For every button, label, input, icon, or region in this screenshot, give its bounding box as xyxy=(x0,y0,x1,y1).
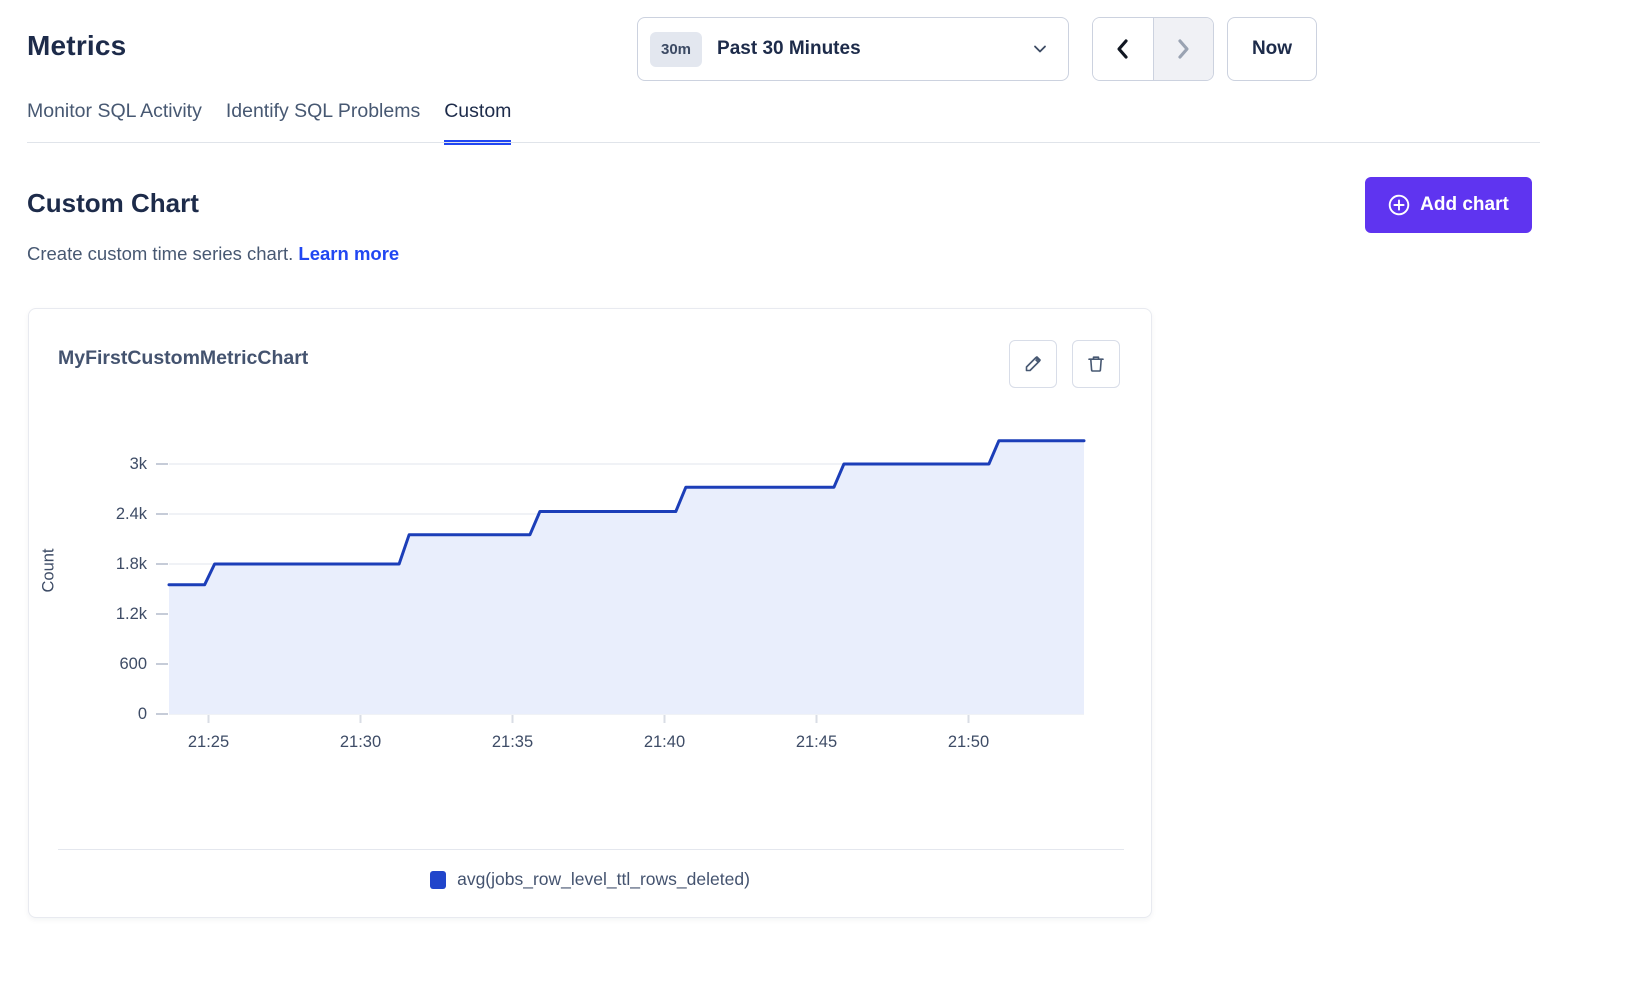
tab-custom[interactable]: Custom xyxy=(444,100,511,145)
y-tick-label: 3k xyxy=(130,453,147,475)
add-chart-label: Add chart xyxy=(1420,194,1509,216)
x-tick-label: 21:35 xyxy=(468,731,558,753)
section-heading: Custom Chart xyxy=(27,188,199,219)
x-tick-label: 21:40 xyxy=(619,731,709,753)
learn-more-link[interactable]: Learn more xyxy=(298,243,399,264)
card-divider xyxy=(58,849,1124,850)
y-tick-label: 0 xyxy=(138,703,147,725)
x-tick-label: 21:45 xyxy=(771,731,861,753)
tab-identify-sql-problems[interactable]: Identify SQL Problems xyxy=(226,100,420,145)
next-interval-button[interactable] xyxy=(1154,18,1214,80)
chevron-right-icon xyxy=(1173,38,1193,60)
y-tick-label: 600 xyxy=(119,653,147,675)
time-range-dropdown[interactable]: 30m Past 30 Minutes xyxy=(637,17,1069,81)
time-range-label: Past 30 Minutes xyxy=(717,38,1032,60)
tabs-divider xyxy=(27,142,1540,143)
description-text: Create custom time series chart. xyxy=(27,243,293,264)
chart-plot-area: Count 0 600 1.2k 1.8k 2.4k 3k 21:25 21:30 21:35 2… xyxy=(29,309,1151,917)
time-range-badge: 30m xyxy=(650,32,702,67)
add-chart-button[interactable]: Add chart xyxy=(1365,177,1532,233)
legend-swatch xyxy=(430,871,446,889)
legend-label: avg(jobs_row_level_ttl_rows_deleted) xyxy=(457,869,750,890)
custom-metric-chart-card: MyFirstCustomMetricChart Count 06001.2k1… xyxy=(28,308,1152,918)
metrics-tabs: Monitor SQL Activity Identify SQL Proble… xyxy=(27,100,511,145)
y-tick-label: 2.4k xyxy=(116,503,147,525)
x-tick-label: 21:50 xyxy=(923,731,1013,753)
tab-monitor-sql-activity[interactable]: Monitor SQL Activity xyxy=(27,100,202,145)
now-button[interactable]: Now xyxy=(1227,17,1317,81)
x-tick-label: 21:30 xyxy=(316,731,406,753)
chart-legend: avg(jobs_row_level_ttl_rows_deleted) xyxy=(29,869,1151,890)
y-tick-label: 1.2k xyxy=(116,603,147,625)
chevron-left-icon xyxy=(1113,38,1133,60)
previous-interval-button[interactable] xyxy=(1093,18,1154,80)
plus-circle-icon xyxy=(1388,194,1410,216)
page-title: Metrics xyxy=(27,30,126,62)
x-tick-label: 21:25 xyxy=(164,731,254,753)
section-description: Create custom time series chart. Learn m… xyxy=(27,243,399,265)
y-tick-label: 1.8k xyxy=(116,553,147,575)
metrics-page: Metrics 30m Past 30 Minutes Now Monitor … xyxy=(0,0,1650,982)
y-axis-title: Count xyxy=(29,426,69,714)
time-step-controls xyxy=(1092,17,1214,81)
timeseries-chart[interactable] xyxy=(151,426,1096,726)
chevron-down-icon xyxy=(1032,41,1048,57)
